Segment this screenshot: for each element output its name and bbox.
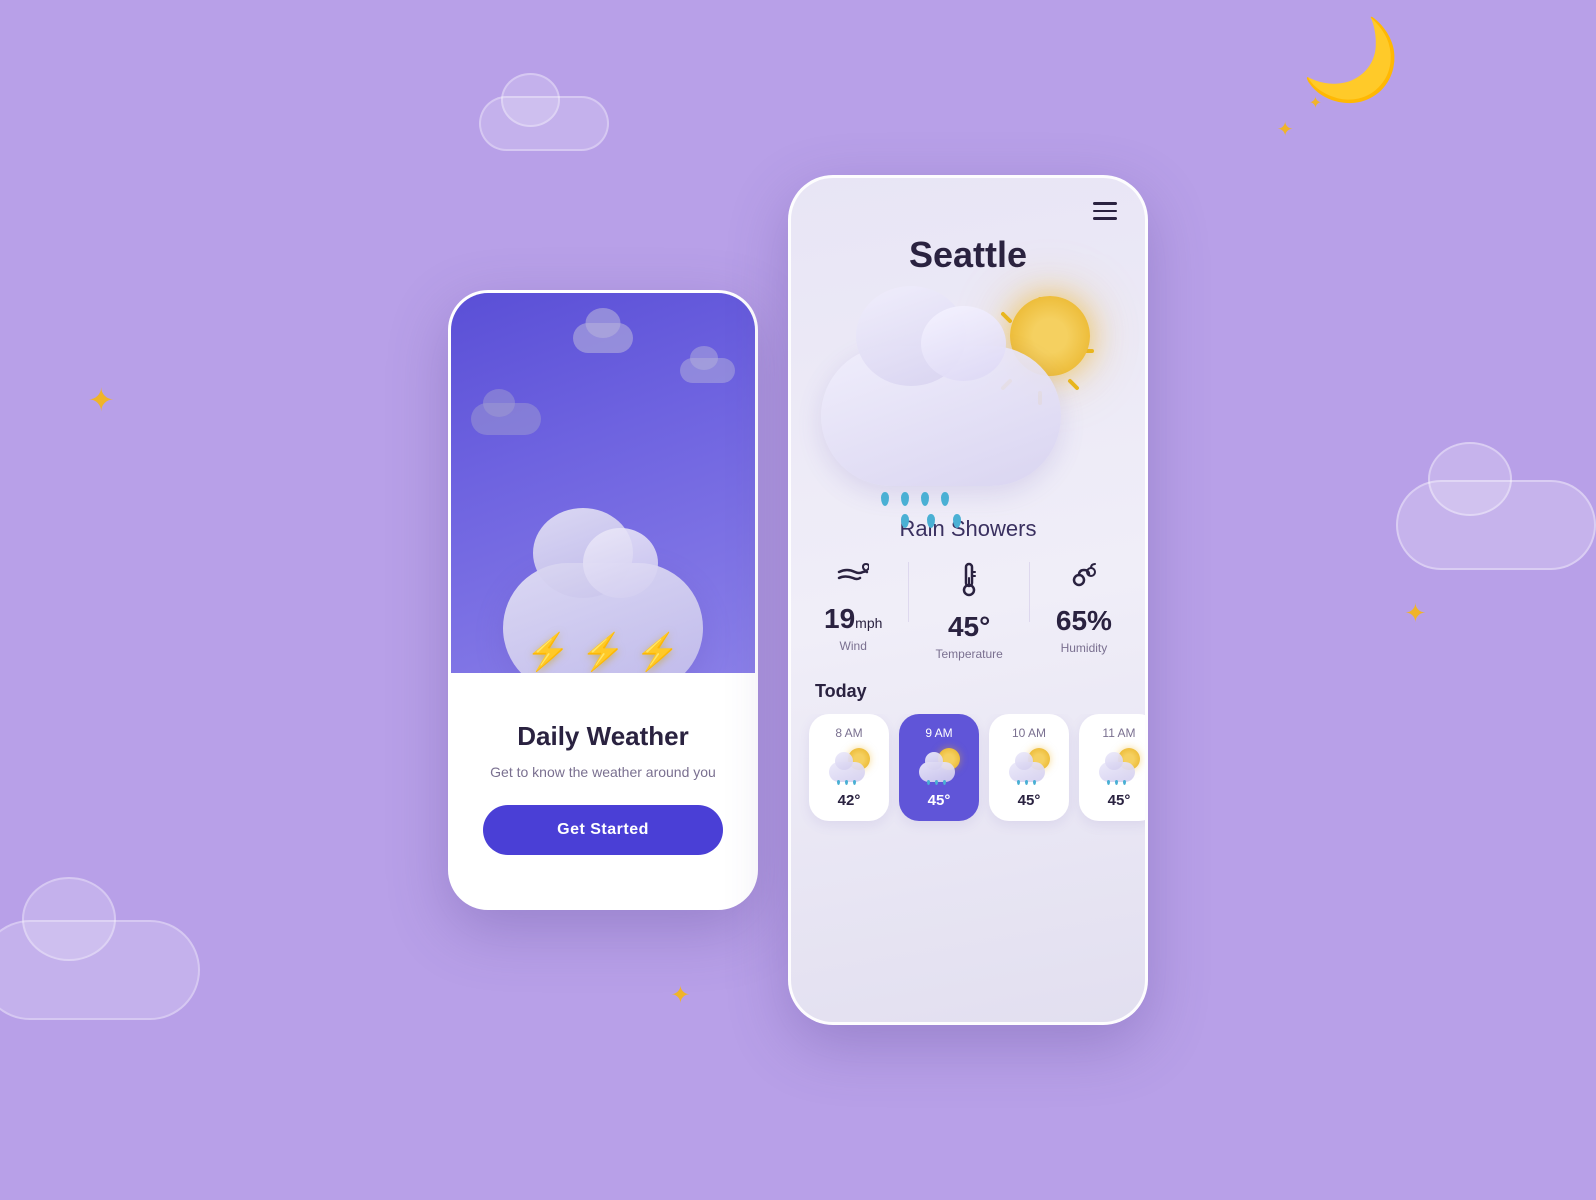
lightning-3: ⚡: [635, 631, 680, 673]
mini-cloud-9am: [919, 762, 955, 782]
hour-time-11am: 11 AM: [1102, 726, 1135, 740]
humidity-value: 65%: [1056, 605, 1112, 637]
thermometer-icon: [958, 562, 980, 605]
humidity-stat: 65% Humidity: [1056, 562, 1112, 655]
small-cloud-top: [573, 323, 633, 353]
raindrop-5: [901, 514, 909, 528]
phone-left-illustration: ⚡ ⚡ ⚡: [451, 293, 755, 673]
raindrop-7: [953, 514, 961, 528]
hour-temp-9am: 45°: [928, 792, 951, 809]
wind-label: Wind: [840, 639, 867, 653]
weather-condition: Rain Showers: [791, 516, 1145, 542]
phones-wrapper: ⚡ ⚡ ⚡ Daily Weather Get to know the weat…: [448, 175, 1148, 1025]
temp-label: Temperature: [935, 647, 1002, 661]
hour-temp-10am: 45°: [1018, 792, 1041, 809]
hour-card-9am[interactable]: 9 AM 45°: [899, 714, 979, 821]
hour-icon-8am: [827, 746, 872, 786]
menu-line-3: [1093, 217, 1117, 220]
temp-value: 45°: [948, 611, 990, 643]
raindrop-4: [941, 492, 949, 506]
raindrop-1: [881, 492, 889, 506]
raindrop-2: [901, 492, 909, 506]
phone-right: Seattle: [788, 175, 1148, 1025]
menu-button[interactable]: [1089, 198, 1121, 224]
rain-drops-row1: [881, 492, 949, 506]
main-cloud-right: [821, 346, 1061, 486]
bg-cloud-bottom-left: [0, 920, 200, 1020]
hour-temp-8am: 42°: [838, 792, 861, 809]
mini-cloud-10am: [1009, 762, 1045, 782]
menu-line-1: [1093, 202, 1117, 205]
bg-cloud-top-left: [479, 96, 609, 151]
app-subtitle: Get to know the weather around you: [490, 762, 716, 783]
bg-cloud-right: [1396, 480, 1596, 570]
moon-decoration: 🌙: [1301, 20, 1401, 100]
mini-cloud-11am: [1099, 762, 1135, 782]
phone-left: ⚡ ⚡ ⚡ Daily Weather Get to know the weat…: [448, 290, 758, 910]
hour-icon-9am: [917, 746, 962, 786]
star-3: ✦: [1404, 600, 1426, 626]
small-cloud-left: [471, 403, 541, 435]
humidity-icon: [1069, 562, 1099, 599]
hour-time-10am: 10 AM: [1012, 726, 1046, 740]
lightning-2: ⚡: [581, 631, 626, 673]
raindrop-3: [921, 492, 929, 506]
hourly-forecast: 8 AM 42° 9 AM: [791, 714, 1145, 841]
hour-time-8am: 8 AM: [835, 726, 862, 740]
raindrop-6: [927, 514, 935, 528]
small-cloud-right: [680, 358, 735, 383]
star-2: ✦: [1277, 120, 1294, 140]
hour-card-11am[interactable]: 11 AM 45°: [1079, 714, 1145, 821]
humidity-label: Humidity: [1061, 641, 1108, 655]
stat-divider-2: [1029, 562, 1030, 622]
hour-time-9am: 9 AM: [925, 726, 952, 740]
hour-icon-11am: [1097, 746, 1142, 786]
wind-stat: 19mph Wind: [824, 562, 882, 653]
weather-illustration: [791, 286, 1145, 506]
rain-drops-row2: [901, 514, 961, 528]
wind-icon: [837, 562, 869, 597]
stat-divider-1: [908, 562, 909, 622]
hour-icon-10am: [1007, 746, 1052, 786]
menu-line-2: [1093, 210, 1117, 213]
star-1: ✦: [88, 384, 115, 416]
lightning-wrapper: ⚡ ⚡ ⚡: [526, 631, 680, 673]
temp-stat: 45° Temperature: [935, 562, 1002, 661]
wind-unit: mph: [855, 615, 882, 631]
hour-card-10am[interactable]: 10 AM 45°: [989, 714, 1069, 821]
hour-temp-11am: 45°: [1108, 792, 1131, 809]
phone-right-header: [791, 178, 1145, 224]
stats-row: 19mph Wind 45° Temperature: [791, 562, 1145, 661]
lightning-1: ⚡: [526, 631, 571, 673]
mini-cloud-8am: [829, 762, 865, 782]
get-started-button[interactable]: Get Started: [483, 805, 723, 855]
app-title: Daily Weather: [517, 721, 688, 752]
phone-left-content: Daily Weather Get to know the weather ar…: [451, 673, 755, 910]
hour-card-8am[interactable]: 8 AM 42°: [809, 714, 889, 821]
main-cloud-left: ⚡ ⚡ ⚡: [503, 563, 703, 673]
wind-value: 19mph: [824, 603, 882, 635]
today-label: Today: [791, 681, 1145, 702]
city-name: Seattle: [791, 234, 1145, 276]
